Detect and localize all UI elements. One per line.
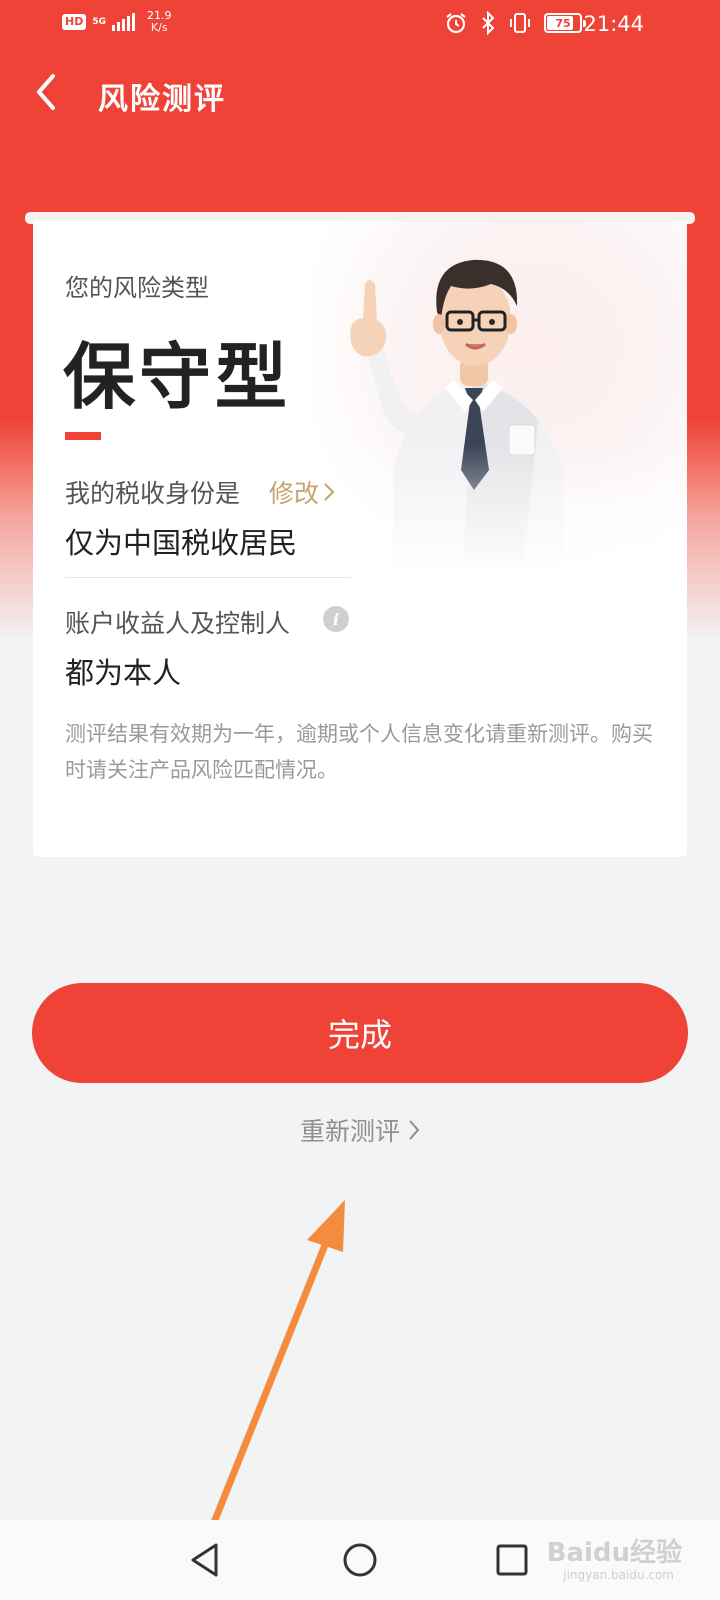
risk-result-card: 您的风险类型 保守型 我的税收身份是 修改 仅为中国税收居民 账户收益人及控制人… (33, 220, 687, 857)
done-button[interactable]: 完成 (32, 983, 688, 1083)
square-recent-icon (496, 1544, 528, 1576)
risk-type-value: 保守型 (63, 335, 292, 419)
beneficiary-value: 都为本人 (65, 656, 182, 690)
back-button[interactable] (26, 70, 66, 114)
retest-link[interactable]: 重新测评 (0, 1112, 720, 1148)
annotation-arrow-icon (209, 1200, 345, 1529)
retest-link-label: 重新测评 (299, 1117, 400, 1146)
status-bar: HD 5G 21.9 K/s 75 21:44 (0, 0, 720, 50)
nav-recent-button[interactable] (490, 1538, 534, 1582)
watermark-url: jingyan.baidu.com (563, 1568, 674, 1582)
battery-icon: 75 (544, 13, 586, 33)
system-nav-bar: Baidu经验 jingyan.baidu.com (0, 1520, 720, 1600)
edit-tax-identity-link[interactable]: 修改 (269, 474, 335, 510)
nav-home-button[interactable] (338, 1538, 382, 1582)
nav-back-button[interactable] (183, 1538, 227, 1582)
triangle-back-icon (191, 1543, 218, 1577)
tax-identity-value: 仅为中国税收居民 (65, 526, 298, 560)
info-icon[interactable]: i (323, 606, 349, 632)
network-speed-unit: K/s (150, 21, 168, 34)
bluetooth-icon (480, 11, 496, 35)
signal-icon (112, 13, 135, 31)
status-time: 21:44 (583, 12, 644, 36)
network-speed: 21.9 K/s (147, 10, 172, 34)
alarm-icon (444, 11, 468, 35)
watermark-brand: Baidu经验 (546, 1538, 682, 1568)
circle-home-icon (343, 1543, 377, 1577)
hd-badge: HD (62, 14, 87, 30)
network-type: 5G (92, 17, 106, 27)
status-left: HD 5G 21.9 K/s (62, 10, 172, 34)
app-header: 风险测评 (0, 58, 720, 128)
risk-type-label: 您的风险类型 (65, 274, 209, 302)
edit-link-label: 修改 (269, 479, 320, 508)
chevron-left-icon (37, 74, 55, 110)
battery-level: 75 (555, 16, 571, 30)
divider (65, 577, 351, 578)
status-right: 75 (444, 11, 586, 35)
validity-notice: 测评结果有效期为一年，逾期或个人信息变化请重新测评。购买时请关注产品风险匹配情况… (65, 722, 653, 782)
chevron-right-icon (409, 1120, 420, 1140)
vibrate-icon (508, 11, 532, 35)
beneficiary-label: 账户收益人及控制人 (65, 609, 291, 638)
chevron-right-icon (324, 483, 335, 501)
page-title: 风险测评 (98, 82, 226, 117)
accent-bar (65, 432, 101, 440)
tax-identity-label: 我的税收身份是 (65, 479, 241, 508)
